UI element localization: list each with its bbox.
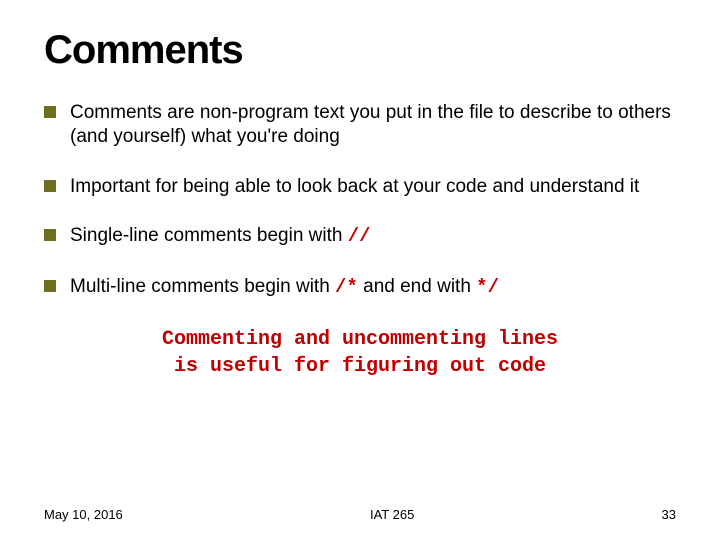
slide-title: Comments xyxy=(44,28,676,73)
bullet-list: Comments are non-program text you put in… xyxy=(44,101,676,300)
bullet-text: Important for being able to look back at… xyxy=(70,176,639,197)
bullet-text: Multi-line comments begin with xyxy=(70,276,335,297)
footer-date: May 10, 2016 xyxy=(44,507,123,522)
footer-course: IAT 265 xyxy=(123,507,662,522)
tagline-line: Commenting and uncommenting lines xyxy=(162,328,558,351)
tagline: Commenting and uncommenting lines is use… xyxy=(44,326,676,380)
bullet-item: Single-line comments begin with // xyxy=(44,224,676,249)
bullet-text: and end with xyxy=(358,276,476,297)
tagline-line: is useful for figuring out code xyxy=(174,355,546,378)
bullet-item: Important for being able to look back at… xyxy=(44,175,676,199)
bullet-text: Comments are non-program text you put in… xyxy=(70,102,671,147)
slide-footer: May 10, 2016 IAT 265 33 xyxy=(0,507,720,522)
bullet-text: Single-line comments begin with xyxy=(70,225,348,246)
code-text: */ xyxy=(476,276,499,298)
bullet-item: Comments are non-program text you put in… xyxy=(44,101,676,149)
bullet-item: Multi-line comments begin with /* and en… xyxy=(44,275,676,300)
code-text: /* xyxy=(335,276,358,298)
footer-page-number: 33 xyxy=(662,507,676,522)
code-text: // xyxy=(348,225,371,247)
